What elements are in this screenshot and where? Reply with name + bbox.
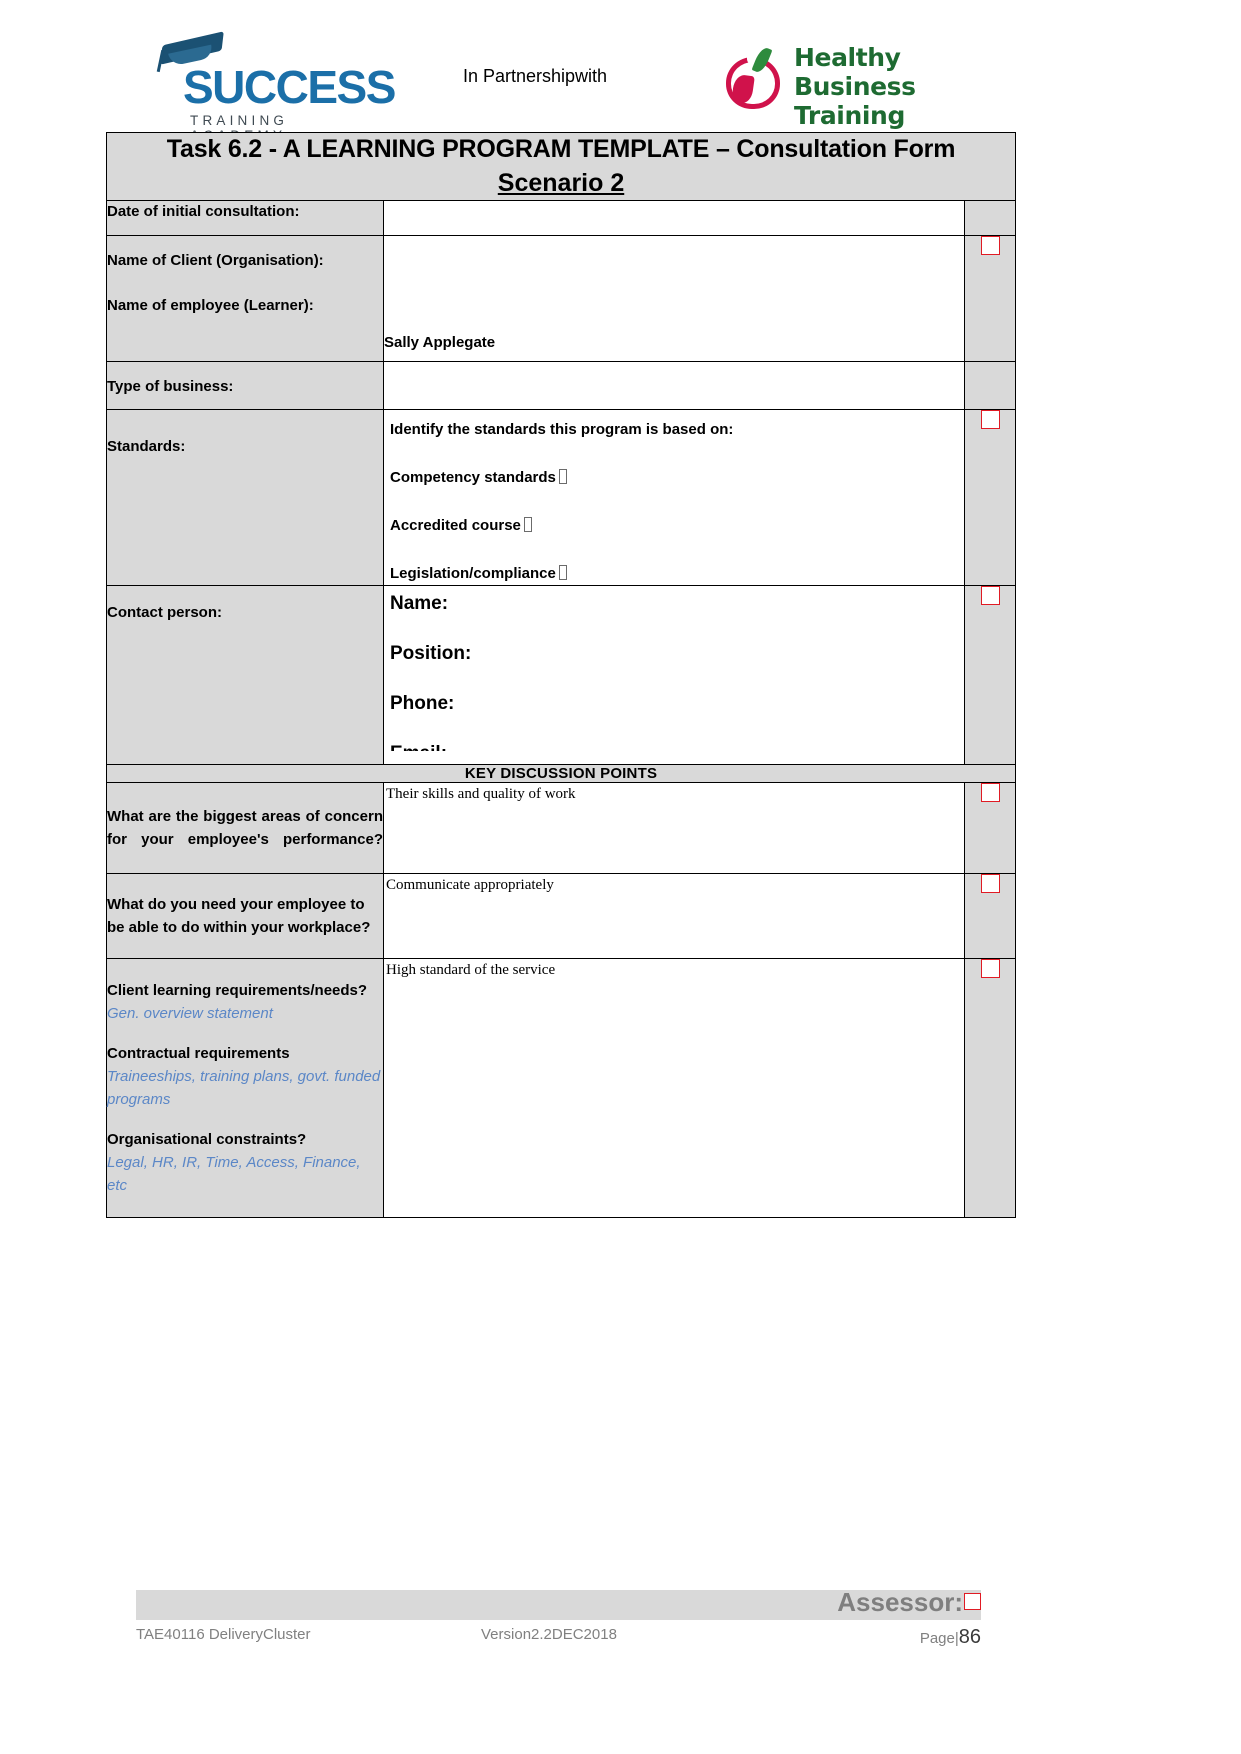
label-client-and-learner: Name of Client (Organisation): Name of e… bbox=[106, 235, 384, 362]
table-row-q1: What are the biggest areas of concern fo… bbox=[106, 782, 1017, 874]
label-question-1-text: What are the biggest areas of concern fo… bbox=[107, 808, 383, 848]
partnership-text: In Partnershipwith bbox=[463, 66, 608, 86]
success-training-academy-logo: SUCCESS TRAINING ACADEMY bbox=[145, 30, 396, 143]
standards-prompt: Identify the standards this program is b… bbox=[390, 421, 734, 438]
label-question-3: Client learning requirements/needs? Gen.… bbox=[106, 958, 384, 1218]
checkbox-cell-client bbox=[963, 235, 1017, 362]
hint-q3a: Gen. overview statement bbox=[107, 1005, 273, 1022]
hint-q3b: Traineeships, training plans, govt. fund… bbox=[107, 1068, 381, 1108]
page-subtitle: Scenario 2 bbox=[497, 169, 625, 197]
contact-field-email: Email: bbox=[390, 743, 964, 751]
checkbox-cell-standards bbox=[963, 409, 1017, 586]
field-contact-person[interactable]: Name: Position: Phone: Email: bbox=[383, 585, 965, 765]
label-date-of-consultation: Date of initial consultation: bbox=[106, 200, 384, 236]
checkbox-glyph-icon[interactable] bbox=[558, 469, 567, 484]
standards-option-legislation[interactable]: Legislation/compliance bbox=[390, 563, 964, 585]
footer-version: Version2.2DEC2018 bbox=[481, 1626, 617, 1643]
label-q3a-text: Client learning requirements/needs? bbox=[107, 982, 368, 999]
standards-option-accredited[interactable]: Accredited course bbox=[390, 515, 964, 537]
hb-logo-line1: Healthy Business bbox=[794, 43, 916, 101]
checkbox-cell-q2 bbox=[963, 873, 1017, 959]
assessor-label: Assessor: bbox=[837, 1587, 963, 1617]
footer-page-label: Page| bbox=[919, 1630, 959, 1647]
page-header: SUCCESS TRAINING ACADEMY In Partnershipw… bbox=[0, 0, 1241, 159]
field-date-of-consultation[interactable] bbox=[383, 200, 965, 236]
checkbox-icon[interactable] bbox=[980, 236, 1000, 255]
checkbox-icon[interactable] bbox=[980, 874, 1000, 893]
field-question-1[interactable]: Their skills and quality of work bbox=[383, 782, 965, 874]
field-type-of-business[interactable] bbox=[383, 361, 965, 410]
table-row-business: Type of business: bbox=[106, 361, 1017, 410]
field-question-3[interactable]: High standard of the service bbox=[383, 958, 965, 1218]
section-header-key-discussion-points: KEY DISCUSSION POINTS bbox=[105, 764, 1017, 783]
standards-option-accredited-label: Accredited course bbox=[390, 517, 521, 534]
label-type-of-business-text: Type of business: bbox=[107, 378, 234, 395]
assessor-field: Assessor: bbox=[837, 1587, 981, 1618]
contact-field-name: Name: bbox=[390, 593, 449, 614]
label-q3c-text: Organisational constraints? bbox=[107, 1131, 307, 1148]
page-title: Task 6.2 - A LEARNING PROGRAM TEMPLATE –… bbox=[166, 135, 956, 163]
footer-doc-code: TAE40116 DeliveryCluster bbox=[136, 1626, 311, 1643]
answer-question-1: Their skills and quality of work bbox=[386, 786, 576, 802]
contact-field-phone: Phone: bbox=[390, 693, 455, 714]
checkbox-cell-q3 bbox=[963, 958, 1017, 1218]
table-row-title: Task 6.2 - A LEARNING PROGRAM TEMPLATE –… bbox=[105, 132, 1017, 201]
label-standards: Standards: bbox=[106, 409, 384, 586]
field-standards[interactable]: Identify the standards this program is b… bbox=[383, 409, 965, 586]
checkbox-cell-q1 bbox=[963, 782, 1017, 874]
table-row-client: Name of Client (Organisation): Name of e… bbox=[106, 235, 1017, 362]
table-row-q2: What do you need your employee to be abl… bbox=[106, 873, 1017, 959]
checkbox-cell-date bbox=[963, 200, 1017, 236]
label-organisational-constraints: Organisational constraints? Legal, HR, I… bbox=[107, 1128, 383, 1197]
label-question-2-text: What do you need your employee to be abl… bbox=[107, 896, 371, 936]
value-learner-name: Sally Applegate bbox=[384, 334, 496, 351]
table-row-standards: Standards: Identify the standards this p… bbox=[106, 409, 1017, 586]
label-contractual-requirements: Contractual requirements Traineeships, t… bbox=[107, 1042, 383, 1111]
apple-icon bbox=[726, 45, 784, 109]
label-type-of-business: Type of business: bbox=[106, 361, 384, 410]
checkbox-glyph-icon[interactable] bbox=[523, 517, 532, 532]
consultation-form-table: Task 6.2 - A LEARNING PROGRAM TEMPLATE –… bbox=[105, 132, 1017, 1218]
checkbox-icon[interactable] bbox=[980, 410, 1000, 429]
standards-option-competency[interactable]: Competency standards bbox=[390, 467, 964, 489]
field-question-2[interactable]: Communicate appropriately bbox=[383, 873, 965, 959]
label-client-learning-requirements: Client learning requirements/needs? Gen.… bbox=[107, 979, 383, 1025]
footer-page: Page|86 bbox=[920, 1626, 981, 1649]
checkbox-icon[interactable] bbox=[964, 1593, 981, 1610]
standards-option-legislation-label: Legislation/compliance bbox=[390, 565, 556, 582]
checkbox-icon[interactable] bbox=[980, 783, 1000, 802]
checkbox-cell-business bbox=[963, 361, 1017, 410]
form-title-cell: Task 6.2 - A LEARNING PROGRAM TEMPLATE –… bbox=[105, 132, 1017, 201]
checkbox-icon[interactable] bbox=[980, 586, 1000, 605]
hint-q3c: Legal, HR, IR, Time, Access, Finance, et… bbox=[107, 1154, 361, 1194]
label-q3b-text: Contractual requirements bbox=[107, 1045, 290, 1062]
answer-question-2: Communicate appropriately bbox=[386, 877, 554, 893]
label-question-2: What do you need your employee to be abl… bbox=[106, 873, 384, 959]
checkbox-glyph-icon[interactable] bbox=[558, 565, 567, 580]
label-standards-text: Standards: bbox=[107, 438, 186, 455]
label-client-organisation: Name of Client (Organisation): bbox=[107, 252, 324, 269]
checkbox-cell-contact bbox=[963, 585, 1017, 765]
label-question-1: What are the biggest areas of concern fo… bbox=[106, 782, 384, 874]
checkbox-icon[interactable] bbox=[980, 959, 1000, 978]
table-row-contact: Contact person: Name: Position: Phone: E… bbox=[106, 585, 1017, 765]
footer-page-number: 86 bbox=[958, 1626, 981, 1648]
answer-question-3: High standard of the service bbox=[386, 962, 556, 978]
table-row-q3: Client learning requirements/needs? Gen.… bbox=[106, 958, 1017, 1218]
logo-wordmark: SUCCESS bbox=[183, 61, 396, 113]
healthy-business-training-academy-logo: Healthy Business Training Academy bbox=[722, 35, 982, 159]
contact-field-position: Position: bbox=[390, 643, 472, 664]
table-row-date: Date of initial consultation: bbox=[106, 200, 1017, 236]
label-contact-person: Contact person: bbox=[106, 585, 384, 765]
table-row-kdp-header: KEY DISCUSSION POINTS bbox=[105, 764, 1017, 783]
label-employee-learner: Name of employee (Learner): bbox=[107, 297, 314, 314]
field-client-and-learner[interactable]: Sally Applegate bbox=[383, 235, 965, 362]
label-contact-person-text: Contact person: bbox=[107, 604, 223, 621]
standards-option-competency-label: Competency standards bbox=[390, 469, 556, 486]
